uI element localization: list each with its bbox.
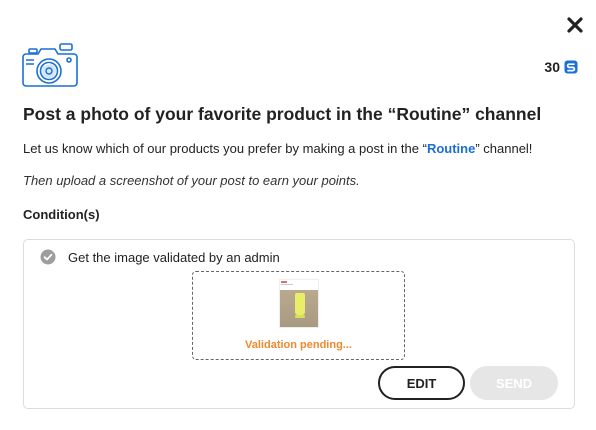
challenge-description: Let us know which of our products you pr… bbox=[23, 141, 532, 156]
edit-button[interactable]: EDIT bbox=[378, 366, 465, 400]
upload-instruction: Then upload a screenshot of your post to… bbox=[23, 173, 360, 188]
uploaded-screenshot-box[interactable]: Validation pending... bbox=[192, 271, 405, 360]
channel-link[interactable]: Routine bbox=[427, 141, 475, 156]
description-text: Let us know which of our products you pr… bbox=[23, 141, 427, 156]
close-icon bbox=[567, 17, 583, 33]
description-text-end: ” channel! bbox=[475, 141, 533, 156]
thumbnail-header bbox=[281, 281, 287, 283]
points-badge: 30 bbox=[544, 58, 578, 76]
thumbnail-caption-line bbox=[281, 284, 293, 285]
page-title: Post a photo of your favorite product in… bbox=[23, 104, 542, 124]
condition-text: Get the image validated by an admin bbox=[68, 249, 280, 265]
validation-status: Validation pending... bbox=[245, 339, 352, 351]
condition-item: Get the image validated by an admin bbox=[40, 249, 280, 265]
condition-card: Get the image validated by an admin Vali… bbox=[23, 239, 575, 409]
check-circle-icon bbox=[40, 249, 56, 265]
conditions-heading: Condition(s) bbox=[23, 207, 100, 222]
screenshot-thumbnail bbox=[279, 279, 319, 328]
camera-icon bbox=[22, 43, 78, 87]
send-button[interactable]: SEND bbox=[470, 366, 558, 400]
coin-icon bbox=[564, 60, 578, 74]
product-tube bbox=[295, 293, 305, 315]
product-tube-cap bbox=[295, 315, 305, 318]
points-value: 30 bbox=[544, 59, 560, 75]
close-button[interactable] bbox=[564, 14, 586, 36]
